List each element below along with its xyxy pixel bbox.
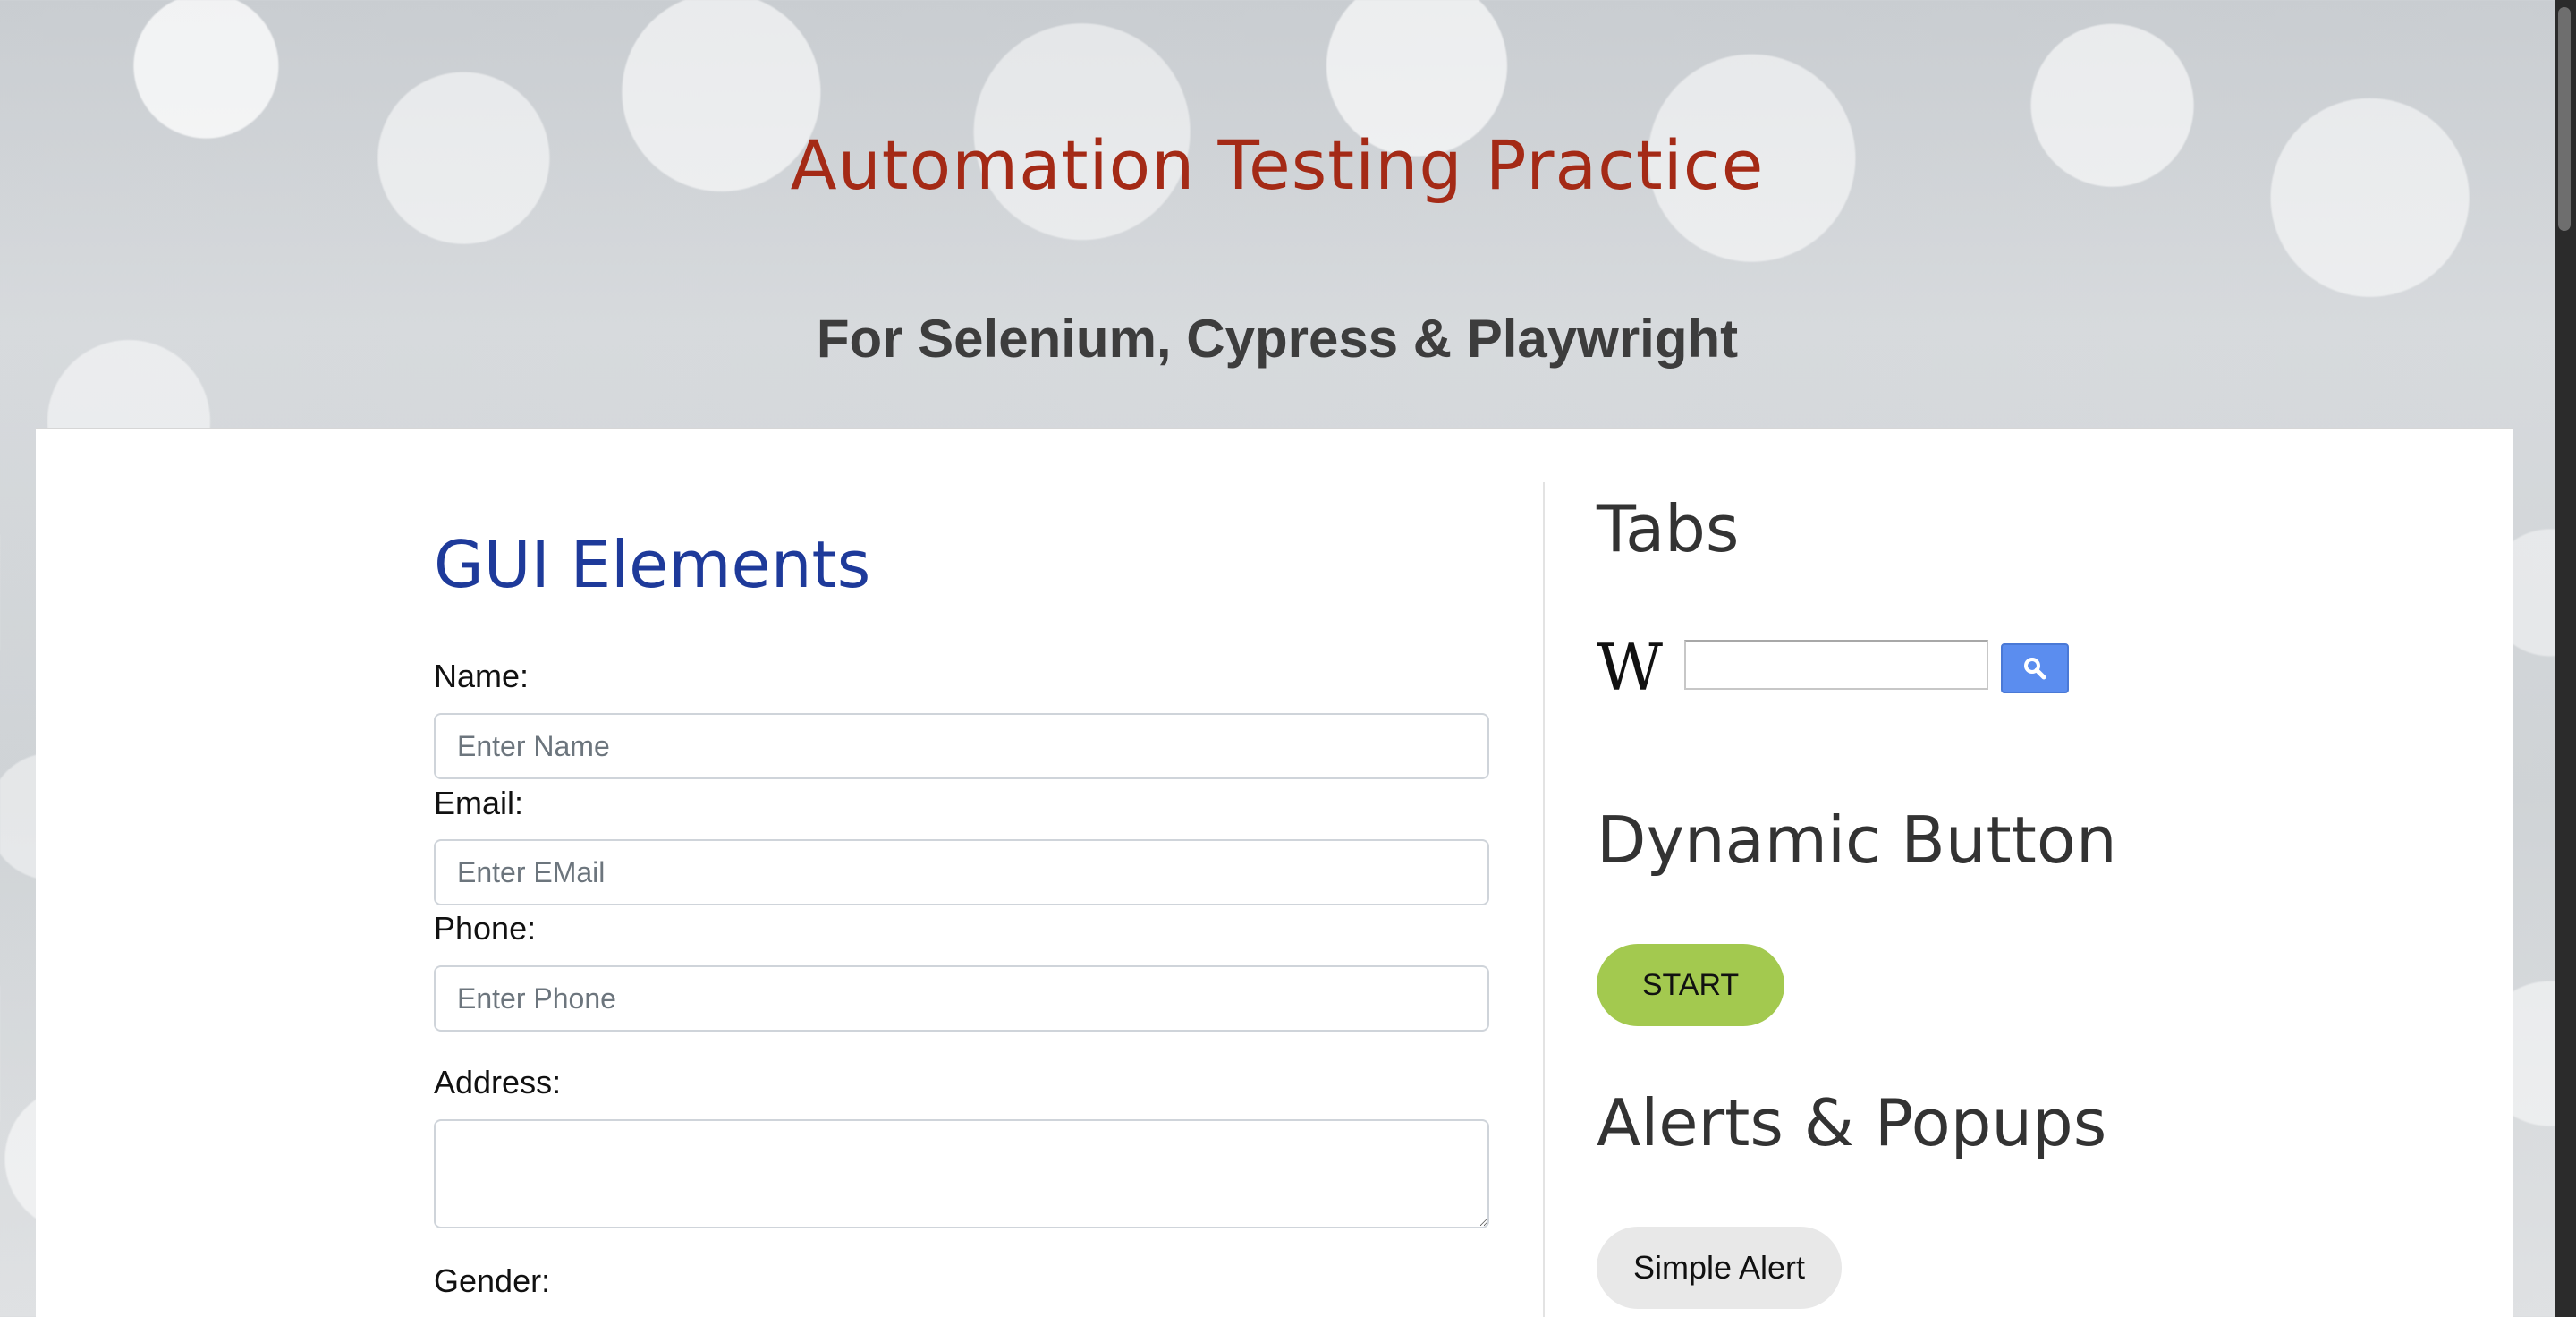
tabs-heading: Tabs	[1597, 491, 1740, 566]
content-card: GUI Elements Name: Email: Phone: Address…	[36, 428, 2513, 1317]
email-label: Email:	[434, 785, 524, 821]
column-divider	[1543, 482, 1545, 1317]
name-label: Name:	[434, 658, 530, 694]
gui-elements-section: GUI Elements Name: Email: Phone: Address…	[434, 429, 1525, 1317]
address-label: Address:	[434, 1064, 562, 1100]
site-tagline: For Selenium, Cypress & Playwright	[816, 309, 1739, 369]
simple-alert-button[interactable]: Simple Alert	[1597, 1227, 1842, 1309]
magnifier-icon	[2024, 658, 2046, 680]
right-column: Tabs W Dynamic Button START Alerts & Pop…	[1597, 429, 2491, 1317]
dynamic-button-heading: Dynamic Button	[1597, 803, 2117, 878]
wikipedia-logo-icon: W	[1597, 630, 1663, 705]
scrollbar-thumb[interactable]	[2558, 7, 2571, 231]
email-input[interactable]	[434, 839, 1489, 905]
address-textarea[interactable]	[434, 1119, 1489, 1228]
alerts-popups-heading: Alerts & Popups	[1597, 1085, 2107, 1160]
name-input[interactable]	[434, 713, 1489, 779]
page-header: Automation Testing Practice For Selenium…	[0, 0, 2555, 428]
wikipedia-search-button[interactable]	[2001, 643, 2069, 693]
phone-input[interactable]	[434, 965, 1489, 1032]
phone-label: Phone:	[434, 910, 537, 947]
vertical-scrollbar[interactable]	[2555, 0, 2576, 1317]
site-title: Automation Testing Practice	[790, 125, 1765, 205]
start-button[interactable]: START	[1597, 944, 1784, 1026]
gender-label: Gender:	[434, 1262, 551, 1299]
gui-elements-heading: GUI Elements	[434, 527, 871, 602]
wikipedia-search-input[interactable]	[1684, 640, 1988, 690]
